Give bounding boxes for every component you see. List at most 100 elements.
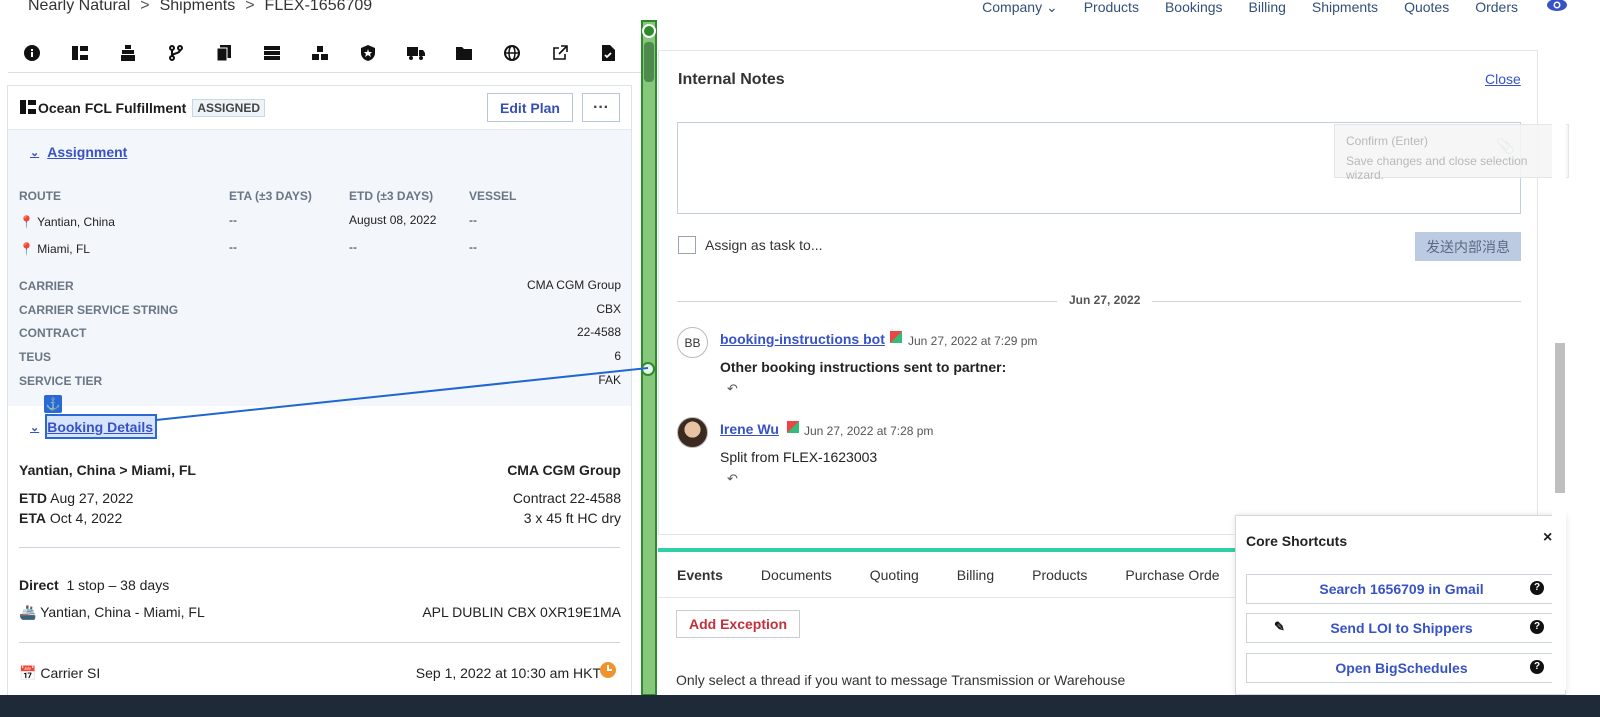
documents-icon[interactable] bbox=[214, 43, 234, 63]
booking-details-toggle[interactable]: ⌄ Booking Details bbox=[30, 419, 153, 435]
chevron-down-icon: ⌄ bbox=[1045, 0, 1058, 15]
file-check-icon[interactable] bbox=[598, 43, 618, 63]
date-divider: Jun 27, 2022 bbox=[677, 293, 1521, 309]
help-icon[interactable]: ? bbox=[1530, 620, 1544, 634]
cargo-icon[interactable] bbox=[118, 43, 138, 63]
anchor-icon[interactable]: ⚓ bbox=[44, 395, 62, 413]
booking-carrier: CMA CGM Group bbox=[507, 462, 621, 478]
route-origin-label: Yantian, China bbox=[37, 215, 115, 229]
reply-icon[interactable]: ↶ bbox=[727, 471, 738, 487]
edit-plan-button[interactable]: Edit Plan bbox=[487, 93, 573, 122]
tab-purchase-orders[interactable]: Purchase Orde bbox=[1125, 567, 1219, 583]
thread-instruction: Only select a thread if you want to mess… bbox=[676, 672, 1126, 688]
breadcrumb: Nearly Natural > Shipments > FLEX-165670… bbox=[28, 0, 372, 15]
page-scrollbar[interactable] bbox=[1552, 30, 1566, 690]
clock-icon bbox=[600, 662, 616, 678]
service-string-label: CARRIER SERVICE STRING bbox=[19, 303, 179, 317]
reply-icon[interactable]: ↶ bbox=[727, 381, 738, 397]
contract-value: 22-4588 bbox=[576, 325, 621, 339]
milestone-time: Sep 1, 2022 at 10:30 am HKT bbox=[415, 665, 601, 681]
shortcuts-title: Core Shortcuts bbox=[1246, 533, 1348, 549]
internal-notes-card: Internal Notes Close 📎 Assign as task to… bbox=[658, 50, 1538, 535]
plan-header: Ocean FCL Fulfillment ASSIGNED Edit Plan… bbox=[8, 86, 631, 130]
close-link[interactable]: Close bbox=[1485, 71, 1521, 87]
panel-splitter[interactable] bbox=[641, 20, 657, 696]
send-internal-message-button[interactable]: 发送内部消息 bbox=[1415, 232, 1521, 261]
eye-icon[interactable] bbox=[1546, 0, 1568, 12]
assign-task-label: Assign as task to... bbox=[705, 237, 823, 253]
service-tier-value: FAK bbox=[598, 373, 621, 387]
search-gmail-button[interactable]: Search 1656709 in Gmail ? bbox=[1246, 574, 1557, 604]
info-icon[interactable] bbox=[22, 43, 42, 63]
booking-etd: ETD Aug 27, 2022 bbox=[19, 490, 133, 506]
close-icon[interactable]: × bbox=[1543, 529, 1552, 547]
boxes-icon[interactable] bbox=[310, 43, 330, 63]
nav-quotes[interactable]: Quotes bbox=[1404, 0, 1449, 16]
container-icon[interactable] bbox=[262, 43, 282, 63]
milestone-label: Carrier SI bbox=[40, 665, 101, 681]
send-loi-button[interactable]: ✎ Send LOI to Shippers ? bbox=[1246, 613, 1557, 643]
shipment-detail-panel: Ocean FCL Fulfillment ASSIGNED Edit Plan… bbox=[0, 30, 643, 710]
divider bbox=[19, 547, 620, 548]
message-author[interactable]: booking-instructions bot bbox=[720, 331, 885, 347]
branch-icon[interactable] bbox=[166, 43, 186, 63]
tab-documents[interactable]: Documents bbox=[761, 567, 832, 583]
folder-icon[interactable] bbox=[454, 43, 474, 63]
calendar-icon: 📅 bbox=[19, 665, 37, 681]
message-body: Split from FLEX-1623003 bbox=[720, 449, 878, 465]
nav-shipments[interactable]: Shipments bbox=[1312, 0, 1378, 16]
route-leg-label: Yantian, China - Miami, FL bbox=[40, 604, 205, 620]
chevron-down-icon: ⌄ bbox=[30, 421, 40, 434]
booking-contract: Contract 22-4588 bbox=[512, 490, 621, 506]
tooltip-body: Save changes and close selection wizard. bbox=[1346, 154, 1528, 182]
column-header-eta: ETA (±3 DAYS) bbox=[229, 189, 312, 203]
breadcrumb-item-company[interactable]: Nearly Natural bbox=[28, 0, 130, 15]
globe-icon[interactable] bbox=[502, 43, 522, 63]
service-tier-label: SERVICE TIER bbox=[19, 374, 103, 388]
nav-products[interactable]: Products bbox=[1084, 0, 1139, 16]
map-pin-icon: 📍 bbox=[19, 242, 34, 256]
help-icon[interactable]: ? bbox=[1530, 660, 1544, 674]
fulfillment-card: Ocean FCL Fulfillment ASSIGNED Edit Plan… bbox=[7, 85, 632, 710]
search-gmail-label: Search 1656709 in Gmail bbox=[1319, 581, 1484, 597]
open-bigschedules-label: Open BigSchedules bbox=[1335, 660, 1468, 676]
origin-vessel: -- bbox=[469, 213, 477, 227]
breadcrumb-separator: > bbox=[140, 0, 150, 14]
more-options-button[interactable]: ··· bbox=[582, 93, 620, 122]
anchor-node-icon[interactable] bbox=[641, 362, 655, 376]
add-exception-button[interactable]: Add Exception bbox=[676, 610, 800, 638]
splitter-scroll-thumb[interactable] bbox=[644, 42, 654, 82]
fulfillment-icon[interactable] bbox=[70, 43, 90, 63]
avatar bbox=[677, 417, 708, 448]
nav-billing[interactable]: Billing bbox=[1249, 0, 1286, 16]
truck-icon[interactable] bbox=[406, 43, 426, 63]
booking-eta: ETA Oct 4, 2022 bbox=[19, 510, 122, 526]
eta-label: ETA bbox=[19, 510, 46, 526]
route-origin: 📍 Yantian, China bbox=[19, 215, 115, 229]
origin-etd: August 08, 2022 bbox=[349, 213, 437, 227]
help-icon[interactable]: ? bbox=[1530, 581, 1544, 595]
nav-bookings[interactable]: Bookings bbox=[1165, 0, 1223, 16]
tab-products[interactable]: Products bbox=[1032, 567, 1087, 583]
shield-icon[interactable] bbox=[358, 43, 378, 63]
breadcrumb-item-shipments[interactable]: Shipments bbox=[160, 0, 236, 15]
section-icon-bar bbox=[8, 33, 643, 73]
nav-company[interactable]: Company ⌄ bbox=[982, 0, 1058, 16]
open-bigschedules-button[interactable]: Open BigSchedules ? bbox=[1246, 653, 1557, 683]
destination-etd: -- bbox=[349, 240, 357, 254]
scrollbar-thumb[interactable] bbox=[1555, 343, 1565, 493]
chevron-down-icon: ⌄ bbox=[30, 146, 40, 159]
assign-task-checkbox[interactable] bbox=[678, 236, 696, 254]
assignment-toggle[interactable]: ⌄ Assignment bbox=[30, 144, 127, 160]
etd-value: Aug 27, 2022 bbox=[50, 490, 134, 506]
tab-billing[interactable]: Billing bbox=[957, 567, 994, 583]
column-header-vessel: VESSEL bbox=[469, 189, 517, 203]
service-string-value: CBX bbox=[596, 302, 621, 316]
nav-orders[interactable]: Orders bbox=[1475, 0, 1518, 16]
target-icon[interactable] bbox=[642, 24, 656, 38]
message-author[interactable]: Irene Wu bbox=[720, 421, 779, 437]
tab-events[interactable]: Events bbox=[677, 567, 723, 583]
external-link-icon[interactable] bbox=[550, 43, 570, 63]
tab-quoting[interactable]: Quoting bbox=[870, 567, 919, 583]
origin-eta: -- bbox=[229, 213, 237, 227]
